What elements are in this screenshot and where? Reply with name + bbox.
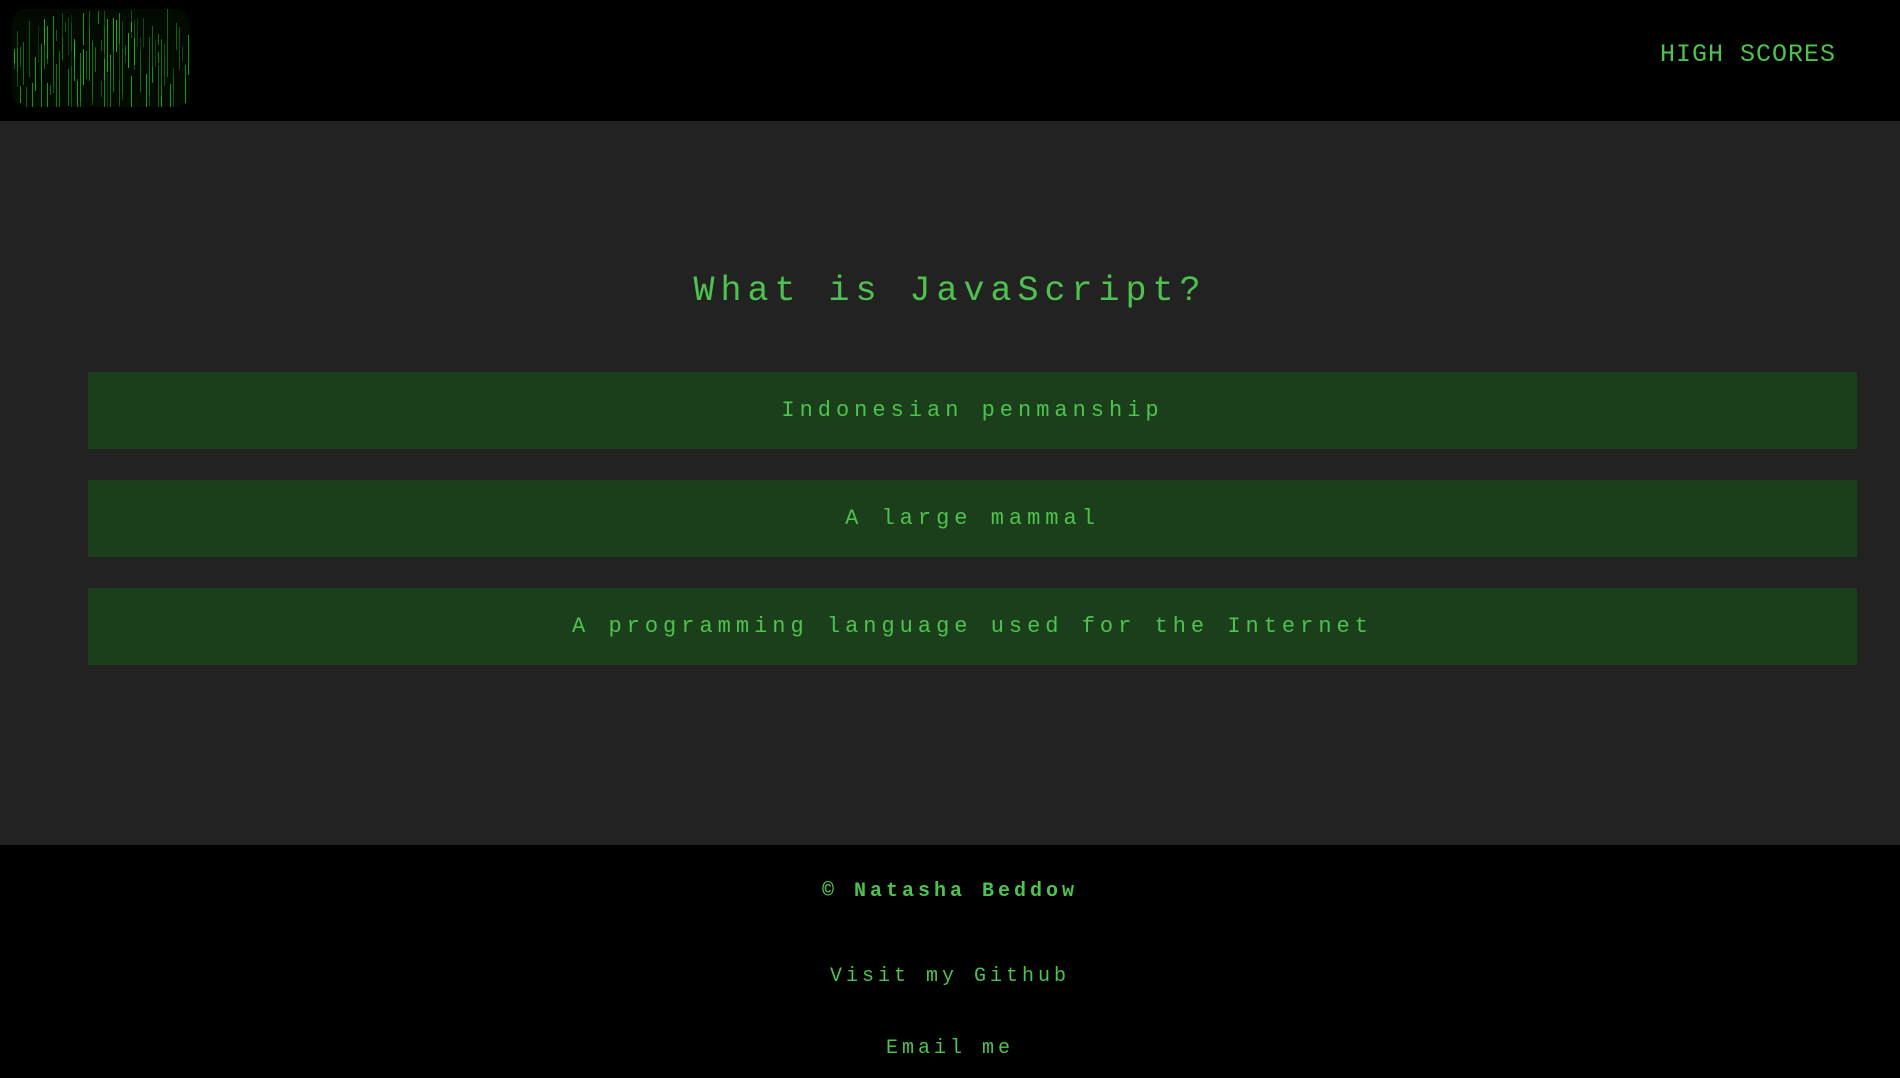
quiz-container: What is JavaScript? Indonesian penmanshi… [0,121,1900,845]
answer-button-3[interactable]: A programming language used for the Inte… [88,588,1857,665]
email-link[interactable]: Email me [0,1037,1900,1060]
github-link[interactable]: Visit my Github [0,965,1900,988]
answer-button-1[interactable]: Indonesian penmanship [88,372,1857,449]
high-scores-link[interactable]: HIGH SCORES [1660,40,1836,69]
footer: © Natasha Beddow Visit my Github Email m… [0,845,1900,1078]
header: HIGH SCORES [0,0,1900,121]
question-title: What is JavaScript? [693,271,1207,311]
answer-button-2[interactable]: A large mammal [88,480,1857,557]
matrix-code-rain-icon[interactable] [12,9,190,107]
copyright-text: © Natasha Beddow [821,880,1079,903]
